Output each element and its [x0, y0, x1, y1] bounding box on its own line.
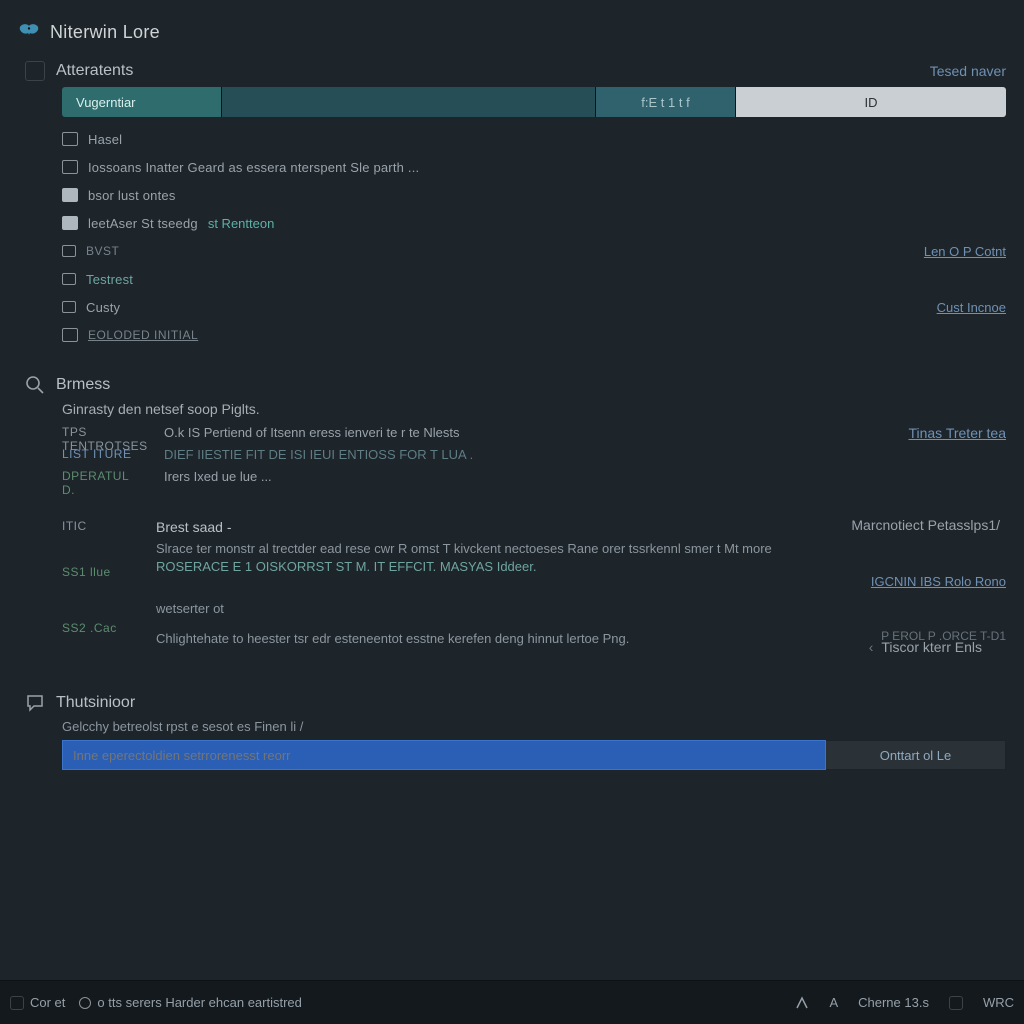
doc-icon [62, 188, 78, 202]
tab-middle[interactable] [222, 87, 596, 117]
search-input[interactable] [62, 740, 826, 770]
status-item[interactable]: A [829, 995, 838, 1010]
share-icon [795, 996, 809, 1010]
section-thutsinioor-head: Thutsinioor [24, 693, 1006, 713]
side-labels: tps tentrotses list Iture DPERATUL D. [62, 425, 142, 491]
status-item[interactable] [949, 996, 963, 1010]
list-item[interactable]: Iossoans Inatter Geard as essera nterspe… [62, 153, 1006, 181]
right-link[interactable]: Tinas Treter tea [908, 425, 1006, 441]
prompt-text: Gelcchy betreolst rpst e sesot es Finen … [62, 719, 1006, 734]
section-lead: Ginrasty den netsef soop Piglts. [62, 401, 1006, 417]
list-item[interactable]: Custy Cust Incnoe [62, 293, 1006, 321]
doc-icon [62, 273, 76, 285]
box-icon [949, 996, 963, 1010]
status-item[interactable]: o tts serers Harder ehcan eartistred [79, 995, 301, 1010]
section-atteratents-head: Atteratents Tesed naver [24, 61, 1006, 81]
section-brmess-head: Brmess [24, 375, 1006, 395]
status-item[interactable]: WRC [983, 995, 1014, 1010]
section-icon [24, 61, 46, 81]
search-icon [24, 375, 46, 395]
chat-icon [24, 693, 46, 713]
list-item[interactable]: bsor lust ontes [62, 181, 1006, 209]
doc-icon [62, 132, 78, 146]
list-item[interactable]: leetAser St tseedg st Rentteon [62, 209, 1006, 237]
doc-icon [62, 160, 78, 174]
tab-filter[interactable]: f:E t 1 t f [596, 87, 736, 117]
section-right-meta[interactable]: Tesed naver [930, 63, 1006, 79]
status-item[interactable] [795, 996, 809, 1010]
doc-icon [62, 301, 76, 313]
status-item[interactable]: Cor et [10, 995, 65, 1010]
butterfly-icon [18, 23, 40, 43]
status-bar: Cor et o tts serers Harder ehcan eartist… [0, 980, 1024, 1024]
doc-icon [62, 245, 76, 257]
box-icon [10, 996, 24, 1010]
tab-vugerntiar[interactable]: Vugerntiar [62, 87, 222, 117]
status-item[interactable]: Cherne 13.s [858, 995, 929, 1010]
list-item[interactable]: Hasel [62, 125, 1006, 153]
block-labels: ITIC SS1 llue SS2 .Cac [62, 519, 132, 649]
submit-button[interactable]: Onttart ol Le [826, 740, 1006, 770]
language-selector[interactable]: ‹ Tiscor kterr Enls [869, 639, 982, 655]
section-title: Thutsinioor [56, 694, 135, 712]
doc-icon [62, 216, 78, 230]
section-title: Brmess [56, 376, 110, 394]
section1-rows: Hasel Iossoans Inatter Geard as essera n… [62, 125, 1006, 349]
chevron-left-icon: ‹ [869, 639, 874, 655]
list-item[interactable]: EOLODED INITIAL [62, 321, 1006, 349]
right-link[interactable]: IGCNIN IBS Rolo Rono [871, 574, 1006, 589]
app-header: Niterwin Lore [18, 22, 1006, 43]
section-title: Atteratents [56, 62, 133, 80]
right-meta: Marcnotiect Petasslps1/ [851, 517, 1000, 533]
tab-strip: Vugerntiar f:E t 1 t f ID [62, 87, 1006, 117]
circle-icon [79, 997, 91, 1009]
doc-icon [62, 328, 78, 342]
list-item[interactable]: Testrest [62, 265, 1006, 293]
app-title: Niterwin Lore [50, 22, 160, 43]
tab-id[interactable]: ID [736, 87, 1006, 117]
list-item[interactable]: bvst Len O P Cotnt [62, 237, 1006, 265]
right-link[interactable]: Cust Incnoe [937, 300, 1006, 315]
mid-body: O.k IS Pertiend of Itsenn eress ienveri … [164, 425, 784, 491]
block-body: Brest saad - Slrace ter monstr al trectd… [156, 519, 1006, 649]
right-link[interactable]: Len O P Cotnt [924, 244, 1006, 259]
